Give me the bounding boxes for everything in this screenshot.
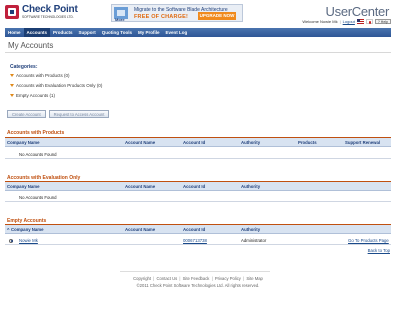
column-header[interactable]: Authority [241,182,260,191]
banner-offer: FREE OF CHARGE! [134,14,189,20]
empty-message: No Accounts Found [19,152,57,157]
logo-name: Check Point [22,4,78,15]
upgrade-now-button[interactable]: UPGRADE NOW [198,12,236,20]
english-flag-icon[interactable] [356,19,364,24]
nav-products[interactable]: Products [50,28,76,37]
column-header[interactable]: Company Name [7,182,39,191]
footer-link-feedback[interactable]: Site Feedback [183,276,210,281]
empty-row: No Accounts Found [5,193,391,202]
table-header-empty: ^ Company Name Account Name Account Id A… [5,225,391,234]
footer-link-sitemap[interactable]: Site Map [246,276,263,281]
account-id-link[interactable]: 0006713738 [183,238,207,243]
logo-subtitle: SOFTWARE TECHNOLOGIES LTD. [22,15,74,19]
nav-home[interactable]: Home [5,28,24,37]
app-title: UserCenter [325,4,390,19]
column-header[interactable]: Authority [241,225,260,234]
footer-link-privacy[interactable]: Privacy Policy [215,276,241,281]
column-header[interactable]: Account Name [125,225,155,234]
banner-more-link[interactable]: More [115,17,125,22]
company-name-link[interactable]: Nowie Mk [19,238,38,243]
nav-support[interactable]: Support [76,28,99,37]
check-point-logo-icon [5,5,19,19]
column-header[interactable]: Authority [241,138,260,147]
empty-message: No Accounts Found [19,195,57,200]
arrow-down-icon [10,74,14,77]
promo-banner[interactable]: More Migrate to the Software Blade Archi… [111,4,243,22]
footer-links: Copyright | Contact Us | Site Feedback |… [133,276,263,281]
account-actions: Create Account Request to Access Account [7,110,110,118]
nav-my-profile[interactable]: My Profile [135,28,163,37]
categories-heading: Categories: [10,64,38,70]
column-header[interactable]: Account Id [183,138,205,147]
footer-link-contact[interactable]: Contact Us [156,276,177,281]
page-title: My Accounts [8,41,54,50]
column-header[interactable]: Products [298,138,317,147]
user-bar: Welcome Nowie Mk | Logout ? Help [302,19,391,24]
section-title-products: Accounts with Products [7,130,65,136]
category-accounts-with-products[interactable]: Accounts with Products (0) [10,73,70,78]
column-header[interactable]: Account Name [125,182,155,191]
create-account-button[interactable]: Create Account [7,110,46,118]
footer-link-copyright[interactable]: Copyright [133,276,151,281]
copyright-text: ©2011 Check Point Software Technologies … [136,283,260,288]
nav-quoting-tools[interactable]: Quoting Tools [99,28,135,37]
logout-link[interactable]: Logout [343,19,355,24]
column-header[interactable]: Account Id [183,182,205,191]
footer-divider [120,271,270,272]
row-select-radio[interactable] [9,238,13,243]
help-button[interactable]: ? Help [374,19,391,24]
table-header-products: Company Name Account Name Account Id Aut… [5,138,391,147]
category-empty-accounts[interactable]: Empty Accounts (1) [10,93,55,98]
table-header-evaluation: Company Name Account Name Account Id Aut… [5,182,391,191]
sort-arrow-icon[interactable]: ^ [7,225,10,234]
column-header[interactable]: Company Name [7,138,39,147]
nav-event-log[interactable]: Event Log [162,28,190,37]
nav-accounts[interactable]: Accounts [23,28,51,37]
column-header[interactable]: Support Renewal [345,138,380,147]
go-to-products-link[interactable]: Go To Products Page [348,238,389,243]
column-header[interactable]: Company Name [11,225,43,234]
table-row[interactable]: Nowie Mk 0006713738 Administrator Go To … [5,236,391,245]
header: Check Point SOFTWARE TECHNOLOGIES LTD. M… [0,0,396,26]
check-point-logo[interactable]: Check Point SOFTWARE TECHNOLOGIES LTD. [5,5,78,20]
divider [5,52,391,53]
request-access-button[interactable]: Request to Access Account [48,110,110,118]
back-to-top-link[interactable]: Back to Top [368,248,390,253]
arrow-down-icon [10,84,14,87]
welcome-text: Welcome Nowie Mk [302,19,338,24]
arrow-down-icon [10,94,14,97]
column-header[interactable]: Account Name [125,138,155,147]
main-nav: Home Accounts Products Support Quoting T… [5,28,391,37]
category-evaluation-only[interactable]: Accounts with Evaluation Products Only (… [10,83,102,88]
authority-cell: Administrator [241,238,267,243]
column-header[interactable]: Account Id [183,225,205,234]
japanese-flag-icon[interactable] [365,19,373,24]
empty-row: No Accounts Found [5,150,391,159]
